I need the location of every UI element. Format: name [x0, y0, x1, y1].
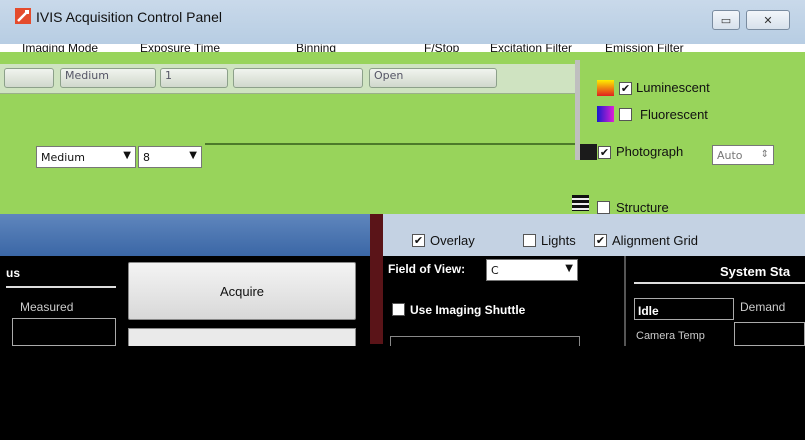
window-title: IVIS Acquisition Control Panel — [36, 9, 222, 25]
luminescent-swatch-icon — [597, 80, 614, 96]
photograph-checkbox[interactable]: ✔ — [598, 146, 611, 159]
luminescent-label: Luminescent — [636, 80, 710, 95]
fluorescent-swatch-icon — [597, 106, 614, 122]
camera-temp-label: Camera Temp — [636, 330, 705, 342]
status-divider — [624, 256, 626, 346]
structure-checkbox[interactable] — [597, 201, 610, 214]
minimize-icon: ▭ — [720, 13, 732, 27]
fluorescent-checkbox[interactable] — [619, 108, 632, 121]
structure-label: Structure — [616, 200, 669, 215]
photograph-exposure-spinner[interactable]: Auto ⇕ — [712, 145, 774, 165]
field-of-view-value: C — [491, 263, 499, 277]
measured-label: Measured — [20, 300, 74, 314]
measured-field — [12, 318, 116, 346]
chevron-down-icon: ▼ — [123, 150, 131, 161]
app-logo-icon — [15, 8, 31, 24]
panel-divider[interactable] — [370, 214, 383, 344]
chevron-down-icon: ▼ — [189, 150, 197, 161]
imaging-shuttle-checkbox[interactable] — [392, 303, 405, 316]
system-status-title: System Sta — [720, 264, 791, 279]
fluorescent-label: Fluorescent — [640, 107, 708, 122]
strip-medium-button[interactable]: Medium — [60, 68, 156, 88]
auto-value: Auto — [717, 148, 743, 162]
photograph-icon — [580, 144, 597, 160]
spinner-arrows-icon: ⇕ — [760, 149, 769, 160]
alignment-grid-label: Alignment Grid — [612, 233, 698, 248]
binning-value: Medium — [41, 150, 85, 164]
close-button[interactable]: ✕ — [746, 10, 790, 30]
camera-temp-field — [734, 322, 805, 346]
alignment-grid-checkbox[interactable]: ✔ — [594, 234, 607, 247]
strip-one-button[interactable]: 1 — [160, 68, 228, 88]
acquire-button[interactable]: Acquire — [128, 262, 356, 320]
acquire-label: Acquire — [219, 283, 265, 299]
minimize-button[interactable]: ▭ — [712, 10, 740, 30]
close-icon: ✕ — [763, 13, 773, 27]
structure-icon — [572, 195, 589, 211]
lights-checkbox[interactable] — [523, 234, 536, 247]
status-heading: us — [6, 266, 21, 280]
overlay-label: Overlay — [430, 233, 475, 248]
strip-blank-button[interactable] — [233, 68, 363, 88]
strip-open-button[interactable]: Open — [369, 68, 497, 88]
field-of-view-combo[interactable]: C ▼ — [486, 259, 578, 281]
lower-blank-area — [0, 346, 805, 440]
binning-combo[interactable]: Medium ▼ — [36, 146, 136, 168]
system-status-rule — [634, 282, 805, 284]
shuttle-field[interactable] — [390, 336, 580, 346]
chevron-down-icon: ▼ — [565, 263, 573, 274]
imaging-shuttle-label: Use Imaging Shuttle — [410, 303, 526, 317]
status-rule — [6, 286, 116, 288]
row-line — [205, 143, 575, 145]
fstop-value: 8 — [143, 150, 150, 164]
field-of-view-label: Field of View: — [388, 262, 466, 276]
system-state-value: Idle — [638, 304, 659, 318]
control-header-bar — [0, 214, 370, 256]
fstop-combo[interactable]: 8 ▼ — [138, 146, 202, 168]
lights-label: Lights — [541, 233, 576, 248]
secondary-button[interactable] — [128, 328, 356, 346]
demand-label: Demand — [740, 300, 786, 314]
luminescent-checkbox[interactable]: ✔ — [619, 82, 632, 95]
strip-button-1[interactable] — [4, 68, 54, 88]
photograph-label: Photograph — [616, 144, 684, 159]
overlay-checkbox[interactable]: ✔ — [412, 234, 425, 247]
